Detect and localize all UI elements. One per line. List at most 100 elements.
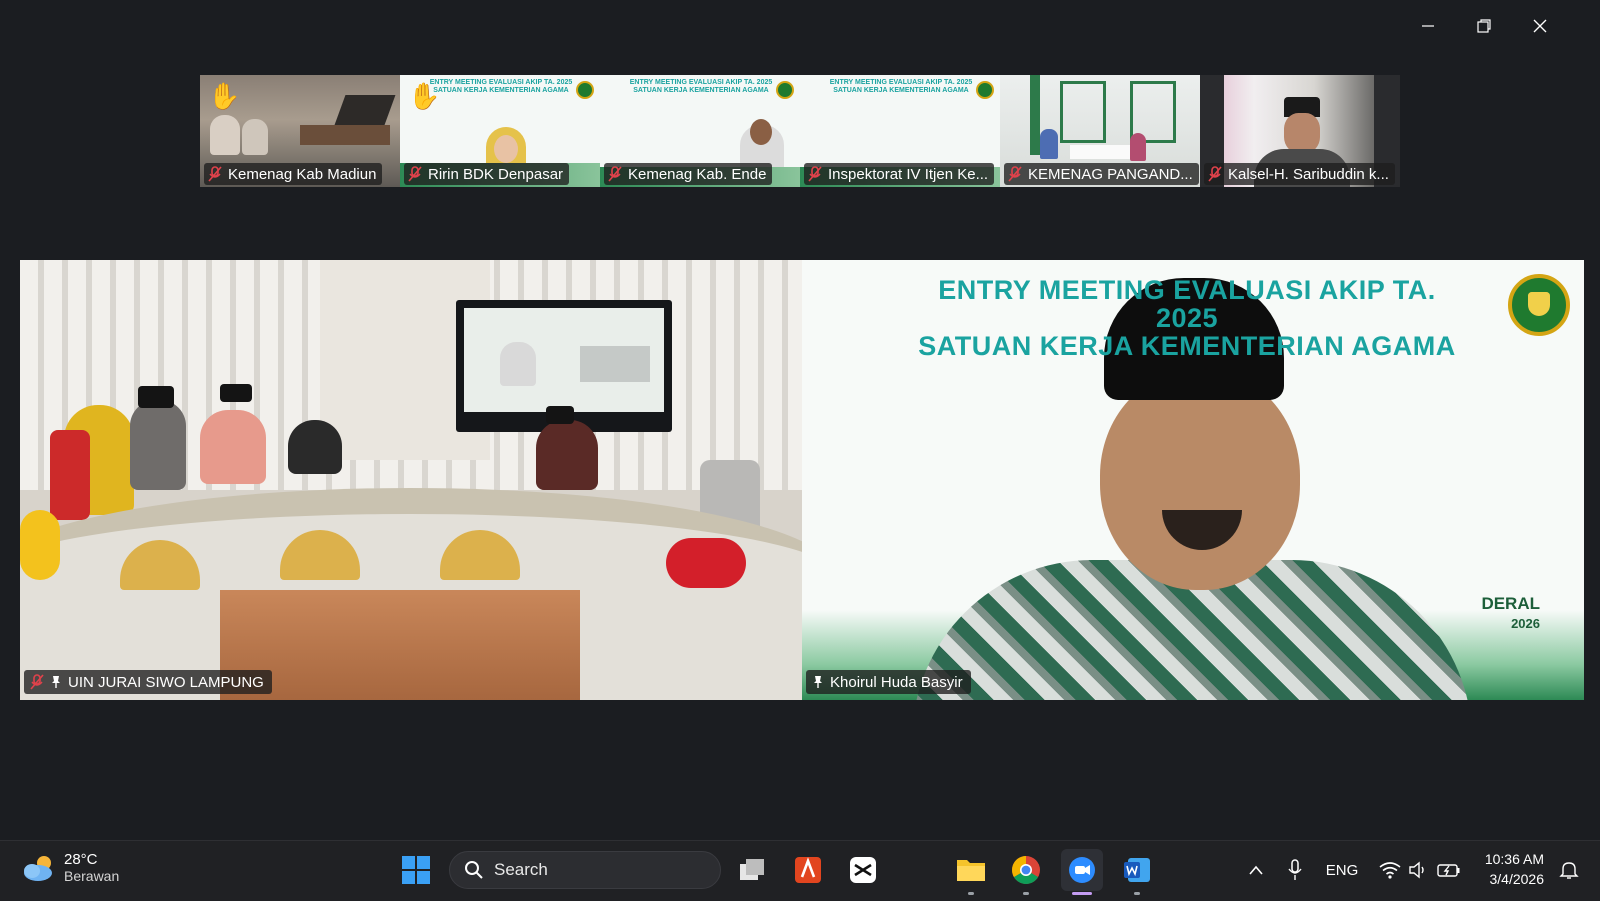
main-video-tile-right[interactable]: ENTRY MEETING EVALUASI AKIP TA. 2025 SAT…: [802, 260, 1584, 700]
mic-muted-icon: [608, 166, 622, 182]
participant-name-tag: KEMENAG PANGAND...: [1004, 163, 1199, 185]
weather-description: Berawan: [64, 868, 120, 884]
video-feed-meeting-room: [20, 260, 802, 700]
cloudy-weather-icon: [24, 855, 52, 881]
kemenag-emblem-icon: [976, 81, 994, 99]
language-indicator[interactable]: ENG: [1320, 855, 1364, 885]
battery-tray-button[interactable]: [1436, 855, 1462, 885]
pin-icon: [814, 676, 822, 688]
folder-icon: [957, 860, 985, 881]
participant-thumbnail[interactable]: KEMENAG PANGAND...: [1000, 75, 1200, 187]
taskbar: 28°C Berawan Search ENG 10:36 AM 3/4/202…: [0, 840, 1600, 901]
main-video-tile-left[interactable]: UIN JURAI SIWO LAMPUNG: [20, 260, 802, 700]
kemenag-emblem-icon: [1508, 274, 1570, 336]
start-button[interactable]: [395, 849, 437, 891]
running-indicator: [1134, 892, 1140, 895]
meeting-banner: ENTRY MEETING EVALUASI AKIP TA. 2025 SAT…: [907, 276, 1467, 360]
notification-bell-icon: [1559, 862, 1579, 879]
participant-thumbnail[interactable]: ENTRY MEETING EVALUASI AKIP TA. 2025 SAT…: [600, 75, 800, 187]
participant-name: Kalsel-H. Saribuddin k...: [1228, 165, 1389, 183]
running-indicator: [1023, 892, 1029, 895]
kemenag-emblem-icon: [776, 81, 794, 99]
microphone-icon: [1288, 859, 1302, 880]
participant-name-tag: UIN JURAI SIWO LAMPUNG: [24, 670, 272, 694]
weather-widget[interactable]: 28°C Berawan: [22, 851, 119, 884]
participant-name-tag: Kemenag Kab. Ende: [604, 163, 773, 185]
taskbar-app-word[interactable]: [1116, 849, 1158, 895]
minimize-button[interactable]: [1413, 14, 1443, 38]
mic-muted-icon: [408, 166, 422, 182]
chrome-icon: [1012, 856, 1040, 884]
clock-date: 3/4/2026: [1489, 871, 1545, 887]
participant-name-tag: Kemenag Kab Madiun: [204, 163, 383, 185]
meeting-banner-text: ENTRY MEETING EVALUASI AKIP TA. 2025 SAT…: [629, 79, 773, 94]
pdf-app-icon: [795, 857, 821, 883]
participant-name-tag: Ririn BDK Denpasar: [404, 163, 570, 185]
banner-line-2: SATUAN KERJA KEMENTERIAN AGAMA: [918, 331, 1456, 361]
capcut-app-icon: [850, 857, 876, 883]
network-tray-button[interactable]: [1378, 855, 1402, 885]
microphone-tray-button[interactable]: [1284, 855, 1306, 885]
pin-icon: [52, 676, 60, 688]
participant-thumbnail[interactable]: Kalsel-H. Saribuddin k...: [1200, 75, 1400, 187]
close-button[interactable]: [1525, 14, 1555, 38]
taskbar-app-capcut[interactable]: [842, 849, 884, 891]
search-icon: [465, 861, 483, 879]
zoom-app-icon: [1069, 857, 1095, 883]
windows-logo-icon: [402, 856, 430, 884]
mic-muted-icon: [808, 166, 822, 182]
mic-muted-icon: [208, 166, 222, 182]
participant-thumbnail[interactable]: ENTRY MEETING EVALUASI AKIP TA. 2025 SAT…: [400, 75, 600, 187]
banner-corner-year: 2026: [1511, 616, 1540, 631]
participant-name: Khoirul Huda Basyir: [830, 673, 963, 691]
participant-name: Inspektorat IV Itjen Ke...: [828, 165, 989, 183]
taskbar-app-file-explorer[interactable]: [950, 849, 992, 895]
active-app-indicator: [1072, 892, 1092, 895]
taskbar-clock[interactable]: 10:36 AM 3/4/2026: [1474, 849, 1544, 889]
wifi-icon: [1379, 862, 1401, 879]
participant-thumbnail[interactable]: ENTRY MEETING EVALUASI AKIP TA. 2025 SAT…: [800, 75, 1000, 187]
banner-corner-text: DERAL: [1481, 594, 1540, 613]
participant-name-tag: Khoirul Huda Basyir: [806, 670, 971, 694]
volume-tray-button[interactable]: [1406, 855, 1430, 885]
mic-muted-icon: [1208, 166, 1222, 182]
participant-name: KEMENAG PANGAND...: [1028, 165, 1193, 183]
language-label: ENG: [1325, 861, 1359, 879]
participant-name: Kemenag Kab. Ende: [628, 165, 767, 183]
meeting-banner-text: ENTRY MEETING EVALUASI AKIP TA. 2025 SAT…: [829, 79, 973, 94]
clock-time: 10:36 AM: [1484, 851, 1544, 867]
mic-muted-icon: [1008, 166, 1022, 182]
volume-icon: [1409, 861, 1424, 879]
restore-icon: [1477, 19, 1491, 33]
participant-strip: ✋ Kemenag Kab Madiun ENTRY MEETING EVALU…: [200, 75, 1400, 187]
task-view-button[interactable]: [732, 849, 774, 891]
kemenag-emblem-icon: [576, 81, 594, 99]
participant-name-tag: Kalsel-H. Saribuddin k...: [1204, 163, 1395, 185]
participant-thumbnail[interactable]: ✋ Kemenag Kab Madiun: [200, 75, 400, 187]
restore-button[interactable]: [1469, 14, 1499, 38]
word-app-icon: [1124, 858, 1150, 882]
taskbar-search-box[interactable]: Search: [449, 851, 721, 889]
notifications-button[interactable]: [1556, 855, 1582, 885]
banner-line-1: ENTRY MEETING EVALUASI AKIP TA. 2025: [938, 275, 1436, 333]
participant-name: UIN JURAI SIWO LAMPUNG: [68, 673, 264, 691]
raised-hand-icon: ✋: [208, 81, 241, 111]
show-hidden-icons-button[interactable]: [1246, 855, 1266, 885]
close-icon: [1533, 19, 1547, 33]
search-label: Search: [494, 860, 548, 879]
taskbar-app-chrome[interactable]: [1005, 849, 1047, 895]
taskbar-app-zoom[interactable]: [1061, 849, 1103, 895]
mic-muted-icon: [30, 674, 44, 690]
taskbar-app-pdf[interactable]: [787, 849, 829, 891]
raised-hand-icon: ✋: [408, 81, 441, 111]
battery-charging-icon: [1437, 864, 1460, 877]
participant-name: Kemenag Kab Madiun: [228, 165, 377, 183]
participant-name-tag: Inspektorat IV Itjen Ke...: [804, 163, 995, 185]
participant-name: Ririn BDK Denpasar: [428, 165, 564, 183]
weather-temperature: 28°C: [64, 851, 98, 868]
meeting-banner-text: ENTRY MEETING EVALUASI AKIP TA. 2025 SAT…: [429, 79, 573, 94]
task-view-icon: [740, 859, 764, 880]
chevron-up-icon: [1249, 865, 1263, 875]
running-indicator: [968, 892, 974, 895]
minimize-icon: [1422, 25, 1434, 27]
